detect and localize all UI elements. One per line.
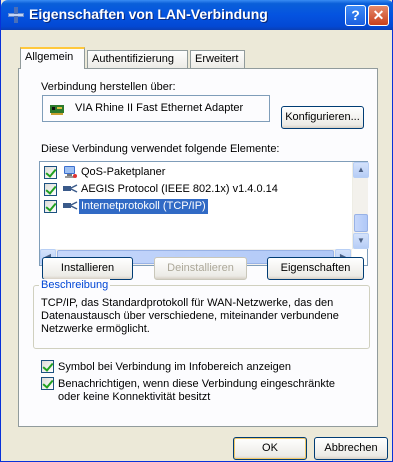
install-button[interactable]: Installieren bbox=[42, 257, 133, 280]
close-button[interactable]: ✕ bbox=[368, 5, 389, 26]
configure-button[interactable]: Konfigurieren... bbox=[281, 106, 364, 129]
components-label: Diese Verbindung verwendet folgende Elem… bbox=[41, 143, 280, 155]
notify-label: Benachrichtigen, wenn diese Verbindung e… bbox=[58, 378, 336, 403]
tab-allgemein[interactable]: Allgemein bbox=[20, 47, 85, 69]
title-bar[interactable]: Eigenschaften von LAN-Verbindung ? ✕ bbox=[1, 0, 393, 30]
help-button[interactable]: ? bbox=[345, 5, 366, 26]
properties-dialog: Eigenschaften von LAN-Verbindung ? ✕ All… bbox=[0, 0, 393, 462]
scroll-down-button[interactable]: ▼ bbox=[353, 233, 369, 249]
network-protocol-icon bbox=[63, 201, 78, 210]
ok-button[interactable]: OK bbox=[233, 437, 307, 460]
uninstall-button[interactable]: Deinstallieren bbox=[154, 257, 247, 280]
show-icon-label: Symbol bei Verbindung im Infobereich anz… bbox=[58, 361, 291, 373]
tab-erweitert[interactable]: Erweitert bbox=[190, 50, 245, 68]
scroll-up-button[interactable]: ▲ bbox=[353, 162, 369, 178]
description-title: Beschreibung bbox=[39, 279, 111, 291]
cancel-button[interactable]: Abbrechen bbox=[314, 437, 388, 460]
connect-using-label: Verbindung herstellen über: bbox=[41, 81, 176, 93]
tcpip-checkbox[interactable] bbox=[44, 200, 57, 213]
adapter-name: VIA Rhine II Fast Ethernet Adapter bbox=[75, 102, 244, 114]
qos-checkbox[interactable] bbox=[44, 166, 57, 179]
description-text: TCP/IP, das Standardprotokoll für WAN-Ne… bbox=[41, 297, 339, 335]
vertical-scrollbar[interactable]: ▲ ▼ bbox=[352, 162, 369, 249]
network-adapter-icon bbox=[50, 105, 64, 115]
properties-button[interactable]: Eigenschaften bbox=[267, 257, 364, 280]
network-protocol-icon bbox=[63, 184, 78, 193]
adapter-field: VIA Rhine II Fast Ethernet Adapter bbox=[42, 95, 270, 122]
vertical-scroll-thumb[interactable] bbox=[354, 214, 368, 232]
list-item-label: Internetprotokoll (TCP/IP) bbox=[79, 199, 208, 214]
notify-checkbox[interactable] bbox=[41, 377, 54, 390]
list-item-label: QoS-Paketplaner bbox=[81, 166, 166, 178]
network-connection-icon bbox=[8, 7, 24, 23]
show-icon-checkbox[interactable] bbox=[41, 360, 54, 373]
qos-scheduler-icon bbox=[64, 166, 77, 178]
components-list[interactable]: QoS-Paketplaner AEGIS Protocol (IEEE 802… bbox=[39, 161, 369, 266]
aegis-checkbox[interactable] bbox=[44, 183, 57, 196]
window-title: Eigenschaften von LAN-Verbindung bbox=[29, 6, 268, 22]
list-item-label: AEGIS Protocol (IEEE 802.1x) v1.4.0.14 bbox=[81, 183, 278, 195]
tab-authentifizierung[interactable]: Authentifizierung bbox=[87, 50, 188, 68]
